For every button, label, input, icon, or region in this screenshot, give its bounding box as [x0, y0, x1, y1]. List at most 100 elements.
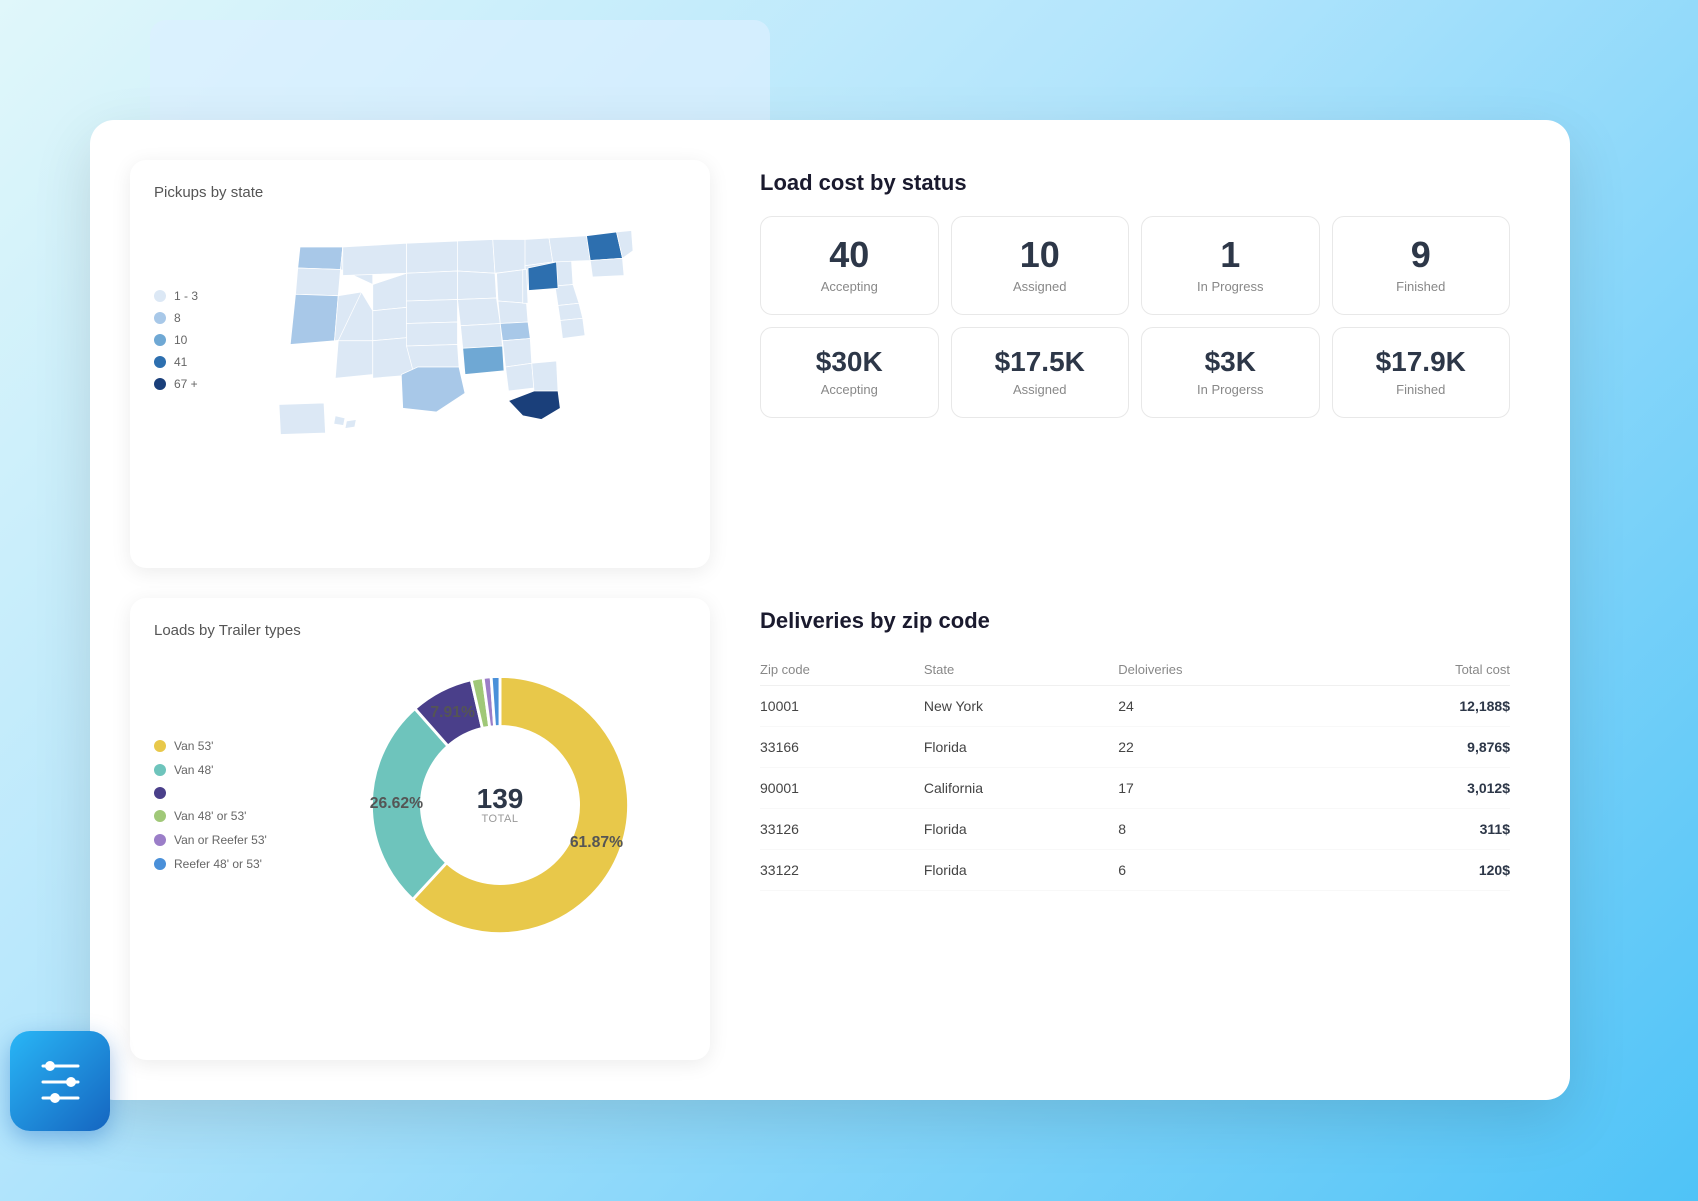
col-zipcode: Zip code [760, 654, 924, 686]
legend-label-2: 8 [174, 311, 181, 325]
trailer-legend-purple [154, 787, 294, 799]
trailer-label-van4853: Van 48' or 53' [174, 809, 246, 823]
trailer-label-van53: Van 53' [174, 739, 213, 753]
stat-card-finished-count: 9 Finished [1332, 216, 1511, 315]
trailer-content: Van 53' Van 48' Van 48' or 53' Van or Re… [154, 655, 686, 955]
trailer-dot-purple [154, 787, 166, 799]
legend-dot-3 [154, 334, 166, 346]
deliveries-section: Deliveries by zip code Zip code State De… [740, 598, 1530, 1061]
cell-zip-3: 33126 [760, 808, 924, 849]
accepting-count-label: Accepting [777, 279, 922, 294]
accepting-cost-label: Accepting [777, 382, 922, 397]
inprogress-count: 1 [1158, 237, 1303, 273]
accepting-count: 40 [777, 237, 922, 273]
trailer-title: Loads by Trailer types [154, 622, 686, 639]
stat-card-inprogress-count: 1 In Progress [1141, 216, 1320, 315]
us-map [254, 217, 686, 462]
cell-state-4: Florida [924, 849, 1118, 890]
legend-dot-1 [154, 290, 166, 302]
cost-stats-grid: $30K Accepting $17.5K Assigned $3K In Pr… [760, 327, 1510, 418]
cell-count-3: 8 [1118, 808, 1329, 849]
cell-count-4: 6 [1118, 849, 1329, 890]
table-header-row: Zip code State Deloiveries Total cost [760, 654, 1510, 686]
table-row: 10001 New York 24 12,188$ [760, 685, 1510, 726]
trailer-legend-van4853: Van 48' or 53' [154, 809, 294, 823]
icon-box [10, 1031, 110, 1131]
finished-cost: $17.9K [1349, 348, 1494, 376]
cell-count-2: 17 [1118, 767, 1329, 808]
inprogress-count-label: In Progress [1158, 279, 1303, 294]
legend-item-1: 1 - 3 [154, 289, 234, 303]
cell-cost-2: 3,012$ [1330, 767, 1510, 808]
trailer-legend: Van 53' Van 48' Van 48' or 53' Van or Re… [154, 739, 294, 871]
donut-center: 139 TOTAL [477, 785, 524, 825]
finished-count-label: Finished [1349, 279, 1494, 294]
legend-dot-2 [154, 312, 166, 324]
table-row: 33166 Florida 22 9,876$ [760, 726, 1510, 767]
pickups-by-state-card: Pickups by state 1 - 3 8 10 41 [130, 160, 710, 568]
trailer-dot-reefer4853 [154, 858, 166, 870]
load-cost-section: Load cost by status 40 Accepting 10 Assi… [740, 160, 1530, 568]
stat-card-accepting-count: 40 Accepting [760, 216, 939, 315]
cell-state-2: California [924, 767, 1118, 808]
trailer-legend-reefer4853: Reefer 48' or 53' [154, 857, 294, 871]
stat-card-inprogress-cost: $3K In Progerss [1141, 327, 1320, 418]
trailer-dot-van4853 [154, 810, 166, 822]
legend-label-4: 41 [174, 355, 187, 369]
cell-state-3: Florida [924, 808, 1118, 849]
inprogress-cost-label: In Progerss [1158, 382, 1303, 397]
legend-label-5: 67 + [174, 377, 198, 391]
trailer-legend-van48: Van 48' [154, 763, 294, 777]
trailer-legend-vanreefer53: Van or Reefer 53' [154, 833, 294, 847]
stat-card-accepting-cost: $30K Accepting [760, 327, 939, 418]
trailer-label-reefer4853: Reefer 48' or 53' [174, 857, 262, 871]
col-deliveries: Deloiveries [1118, 654, 1329, 686]
cell-state-1: Florida [924, 726, 1118, 767]
trailer-label-vanreefer53: Van or Reefer 53' [174, 833, 267, 847]
cell-cost-3: 311$ [1330, 808, 1510, 849]
table-row: 33122 Florida 6 120$ [760, 849, 1510, 890]
count-stats-grid: 40 Accepting 10 Assigned 1 In Progress 9… [760, 216, 1510, 315]
assigned-count: 10 [968, 237, 1113, 273]
trailer-legend-van53: Van 53' [154, 739, 294, 753]
legend-item-4: 41 [154, 355, 234, 369]
load-cost-title: Load cost by status [760, 170, 1510, 196]
inprogress-cost: $3K [1158, 348, 1303, 376]
stat-card-finished-cost: $17.9K Finished [1332, 327, 1511, 418]
donut-total-label: TOTAL [477, 813, 524, 825]
assigned-cost: $17.5K [968, 348, 1113, 376]
stat-card-assigned-count: 10 Assigned [951, 216, 1130, 315]
trailer-types-card: Loads by Trailer types Van 53' Van 48' [130, 598, 710, 1061]
donut-label-1: 26.62% [370, 794, 423, 811]
sliders-icon [33, 1054, 88, 1109]
cell-count-1: 22 [1118, 726, 1329, 767]
stat-card-assigned-cost: $17.5K Assigned [951, 327, 1130, 418]
cell-zip-4: 33122 [760, 849, 924, 890]
deliveries-table: Zip code State Deloiveries Total cost 10… [760, 654, 1510, 891]
trailer-dot-vanreefer53 [154, 834, 166, 846]
donut-label-0: 61.87% [570, 833, 623, 850]
trailer-dot-van48 [154, 764, 166, 776]
legend-item-3: 10 [154, 333, 234, 347]
assigned-cost-label: Assigned [968, 382, 1113, 397]
legend-label-3: 10 [174, 333, 187, 347]
deliveries-title: Deliveries by zip code [760, 608, 1510, 634]
legend-dot-4 [154, 356, 166, 368]
legend-label-1: 1 - 3 [174, 289, 198, 303]
table-row: 33126 Florida 8 311$ [760, 808, 1510, 849]
col-state: State [924, 654, 1118, 686]
map-container: 1 - 3 8 10 41 67 + [154, 217, 686, 462]
donut-total-number: 139 [477, 785, 524, 813]
cell-state-0: New York [924, 685, 1118, 726]
finished-cost-label: Finished [1349, 382, 1494, 397]
cell-count-0: 24 [1118, 685, 1329, 726]
legend-item-2: 8 [154, 311, 234, 325]
finished-count: 9 [1349, 237, 1494, 273]
legend-item-5: 67 + [154, 377, 234, 391]
trailer-dot-van53 [154, 740, 166, 752]
cell-zip-0: 10001 [760, 685, 924, 726]
main-dashboard-card: Pickups by state 1 - 3 8 10 41 [90, 120, 1570, 1100]
col-totalcost: Total cost [1330, 654, 1510, 686]
cell-cost-4: 120$ [1330, 849, 1510, 890]
trailer-label-van48: Van 48' [174, 763, 213, 777]
